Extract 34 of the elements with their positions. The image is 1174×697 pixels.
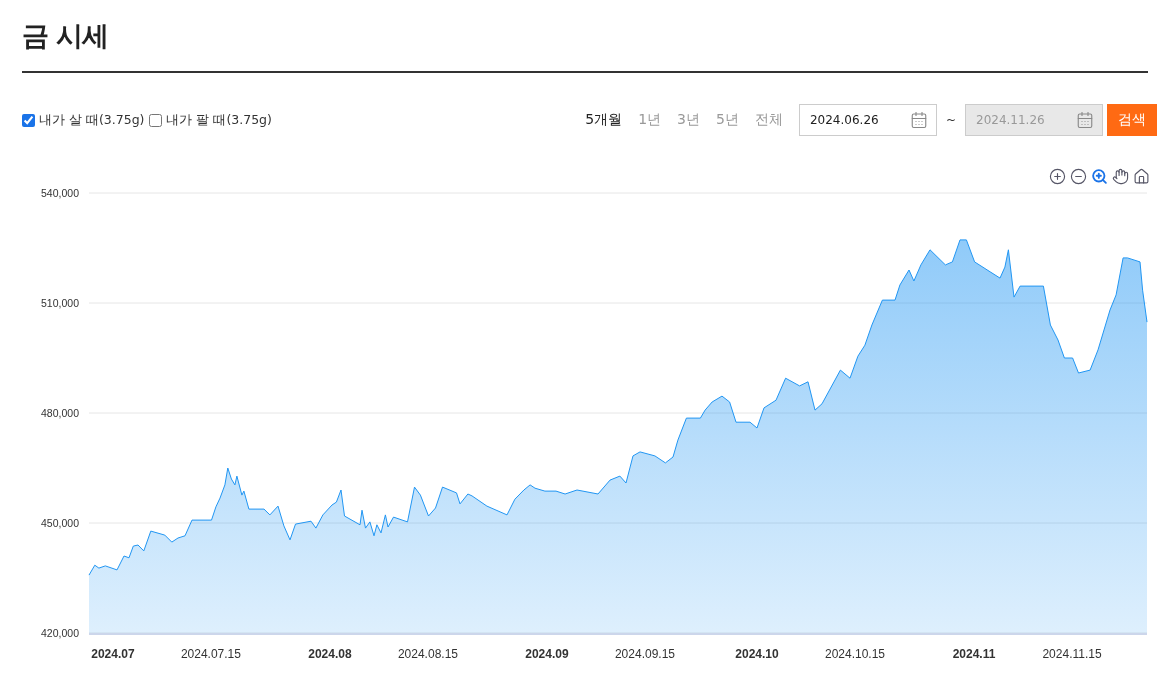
filter-checkbox[interactable] (149, 113, 163, 127)
x-axis-label: 2024.11.15 (1042, 647, 1102, 661)
y-axis-label: 450,000 (41, 517, 79, 529)
search-button[interactable]: 검색 (1107, 104, 1157, 136)
hand-icon[interactable] (1112, 168, 1129, 185)
period-tab[interactable]: 1년 (638, 111, 662, 129)
period-tab[interactable]: 5년 (716, 111, 739, 129)
y-axis-label: 540,000 (41, 187, 79, 199)
filter-checkbox[interactable] (22, 113, 35, 127)
date-field[interactable]: 2024.06.26 (798, 104, 937, 136)
y-axis-label: 420,000 (41, 627, 79, 639)
zoom-out-icon[interactable] (1070, 168, 1087, 185)
x-axis-label: 2024.08.15 (397, 647, 458, 661)
filter-label[interactable]: 내가 살 때(3.75g) (39, 111, 145, 129)
x-axis-label: 2024.07 (91, 647, 135, 661)
home-icon[interactable] (1133, 168, 1150, 185)
x-axis-label: 2024.09.15 (614, 647, 675, 661)
period-tab[interactable]: 5개월 (585, 111, 623, 129)
page-title: 금 시세 (22, 18, 109, 53)
x-axis-label: 2024.10.15 (825, 647, 886, 661)
x-axis-label: 2024.08 (308, 647, 352, 661)
zoom-in-icon[interactable] (1049, 168, 1066, 185)
x-axis-label: 2024.10 (735, 647, 779, 661)
range-separator: ~ (945, 113, 956, 127)
x-axis-label: 2024.07.15 (180, 647, 241, 661)
y-axis-label: 510,000 (41, 297, 79, 309)
y-axis-label: 480,000 (41, 407, 79, 419)
period-tab[interactable]: 전체 (754, 111, 783, 129)
x-axis-label: 2024.11 (952, 647, 996, 661)
period-tab[interactable]: 3년 (677, 111, 700, 129)
filter-label[interactable]: 내가 팔 때(3.75g) (166, 111, 272, 129)
magnifier-icon[interactable] (1091, 168, 1108, 185)
calendar-icon[interactable] (909, 111, 928, 129)
x-axis-label: 2024.09 (525, 647, 569, 661)
